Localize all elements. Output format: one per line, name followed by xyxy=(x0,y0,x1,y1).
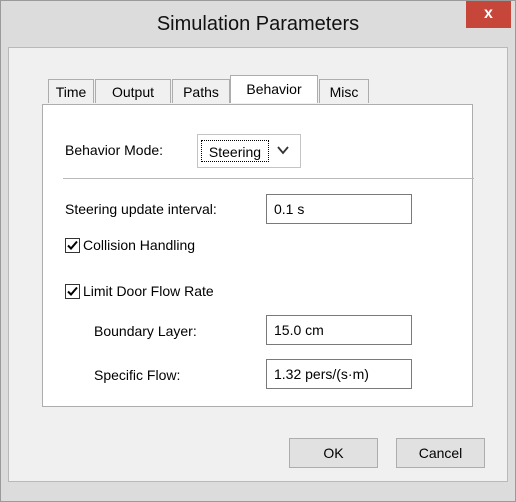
tab-misc-label: Misc xyxy=(329,84,359,100)
behavior-mode-value: Steering xyxy=(201,140,269,162)
dialog-window: Simulation Parameters x Time Output Path… xyxy=(0,0,516,502)
tab-time-label: Time xyxy=(55,84,87,100)
behavior-mode-label: Behavior Mode: xyxy=(65,142,164,158)
checkmark-icon xyxy=(67,286,78,296)
collision-handling-checkbox[interactable] xyxy=(65,238,80,253)
tab-time[interactable]: Time xyxy=(48,79,94,103)
specific-flow-label: Specific Flow: xyxy=(94,367,181,383)
checkmark-icon xyxy=(67,240,78,250)
ok-button[interactable]: OK xyxy=(289,438,378,468)
tab-behavior-label: Behavior xyxy=(246,81,302,97)
specific-flow-field[interactable]: 1.32 pers/(s·m) xyxy=(266,359,412,389)
section-divider xyxy=(63,178,474,179)
tab-output-label: Output xyxy=(111,84,155,100)
tab-paths[interactable]: Paths xyxy=(172,79,230,103)
tab-paths-label: Paths xyxy=(183,84,219,100)
close-icon: x xyxy=(484,5,493,22)
tab-misc[interactable]: Misc xyxy=(319,79,369,103)
boundary-layer-label: Boundary Layer: xyxy=(94,323,197,339)
close-button[interactable]: x xyxy=(466,1,511,28)
chevron-down-icon xyxy=(277,146,289,155)
limit-door-flow-label: Limit Door Flow Rate xyxy=(83,283,214,299)
boundary-layer-field[interactable]: 15.0 cm xyxy=(266,315,412,345)
cancel-button[interactable]: Cancel xyxy=(396,438,485,468)
behavior-mode-select[interactable]: Steering xyxy=(197,134,301,168)
collision-handling-label: Collision Handling xyxy=(83,237,196,253)
steering-interval-label: Steering update interval: xyxy=(65,201,217,217)
title-bar[interactable]: Simulation Parameters x xyxy=(1,1,515,47)
steering-interval-field[interactable]: 0.1 s xyxy=(266,194,412,224)
window-title: Simulation Parameters xyxy=(156,13,360,35)
tab-output[interactable]: Output xyxy=(95,79,171,103)
tab-behavior[interactable]: Behavior xyxy=(230,75,318,103)
limit-door-flow-checkbox[interactable] xyxy=(65,284,80,299)
